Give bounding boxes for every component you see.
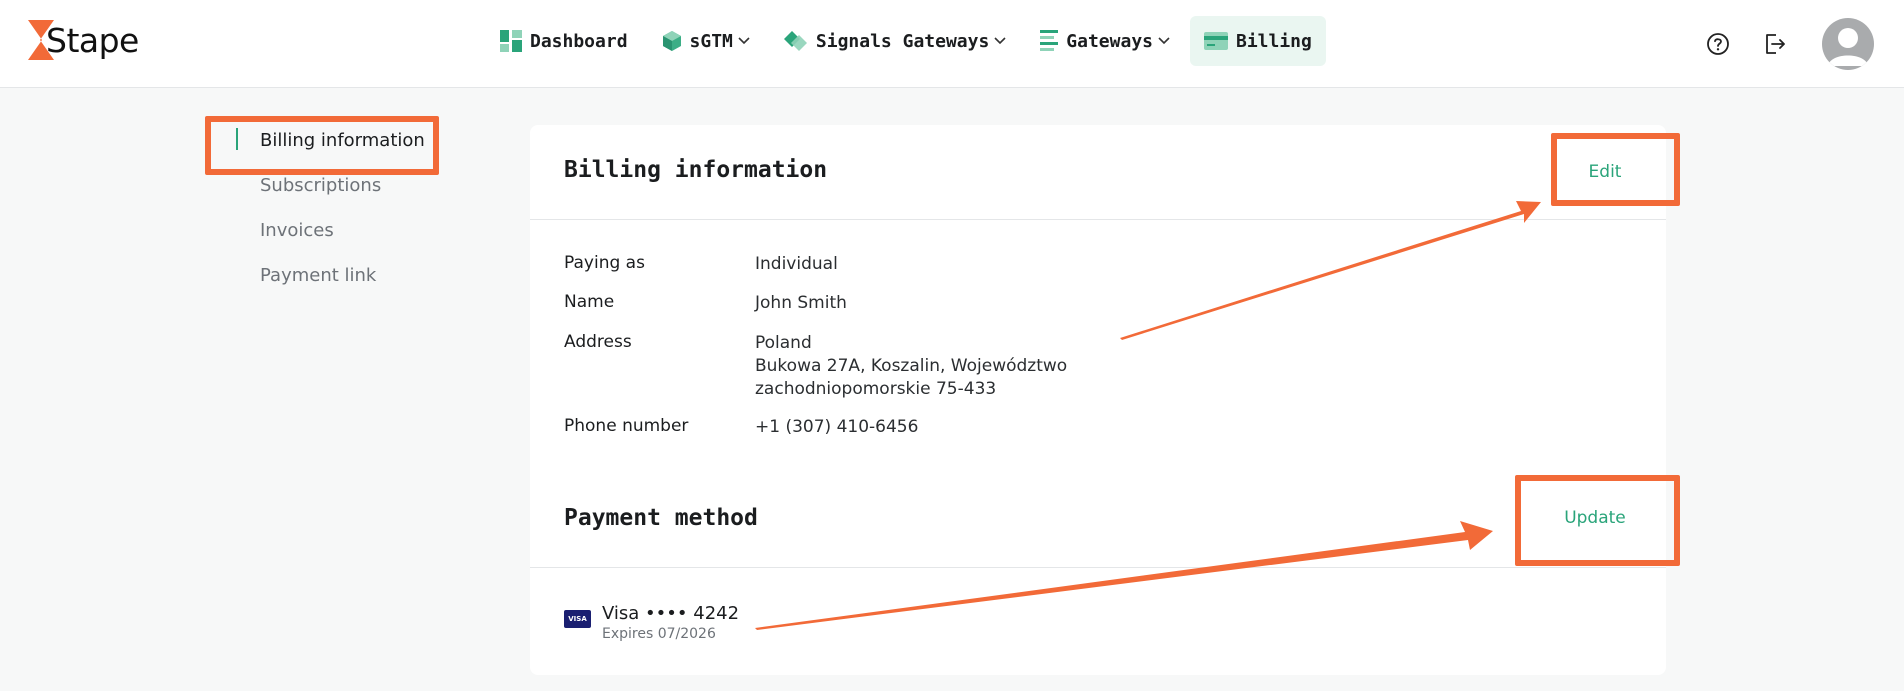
- annotation-arrows: [755, 201, 1541, 630]
- arrow-to-edit: [1120, 201, 1541, 340]
- arrow-to-update: [755, 521, 1493, 630]
